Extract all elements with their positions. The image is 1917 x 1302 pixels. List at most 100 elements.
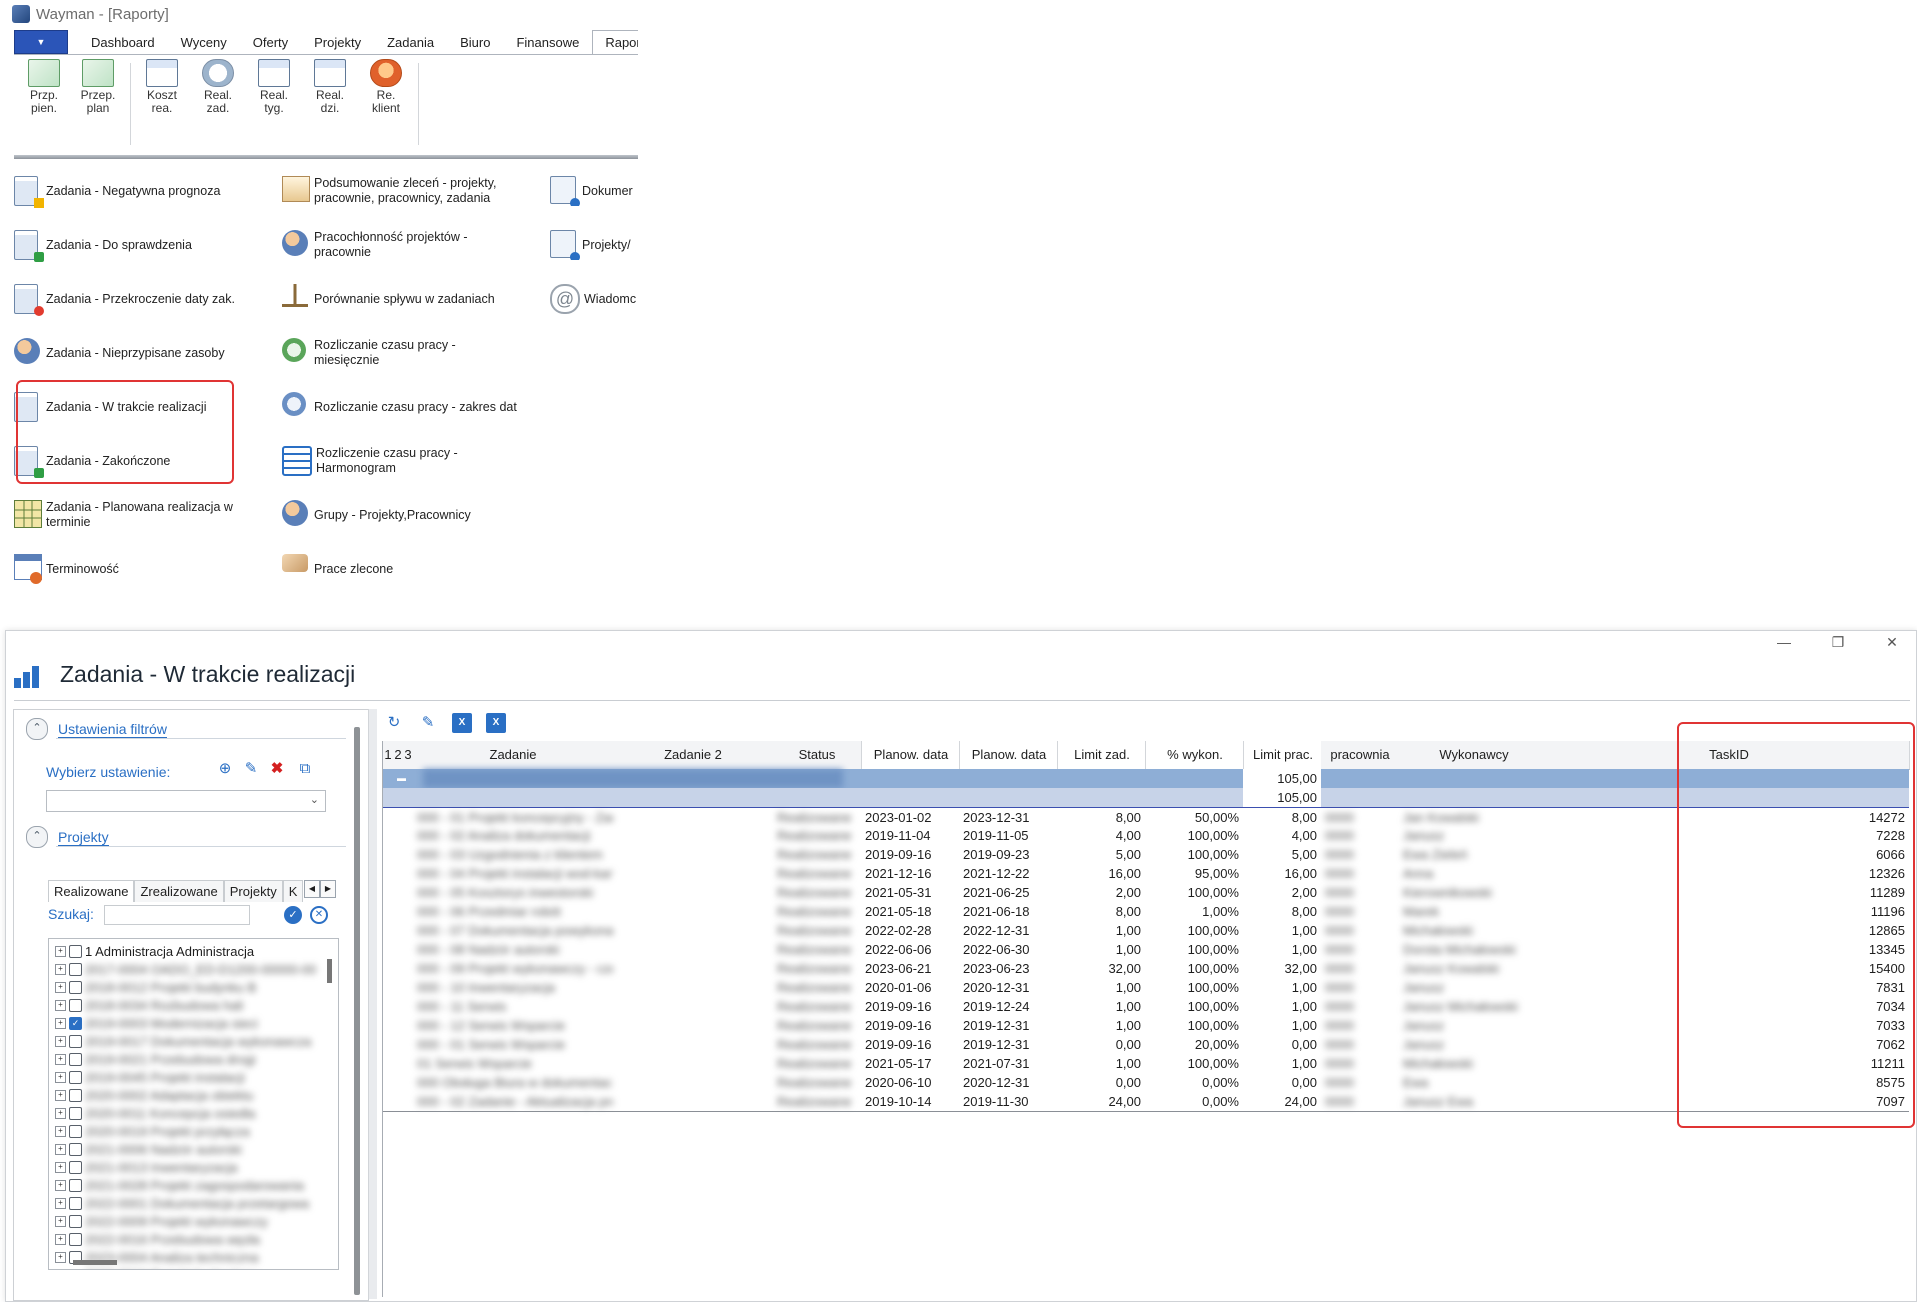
app-menu-button[interactable]: ▼ (14, 30, 68, 54)
tab-dashboard[interactable]: Dashboard (78, 30, 168, 54)
col-header-pct-wykon[interactable]: % wykon. (1145, 741, 1245, 770)
tree-item[interactable]: +2019-0021 Przebudowa drogi (55, 1051, 256, 1067)
tree-checkbox[interactable] (69, 998, 82, 1012)
tab-raporty[interactable]: Raporty (592, 30, 638, 54)
section-filter-settings[interactable]: ⌃ Ustawienia filtrów (26, 718, 167, 740)
expand-icon[interactable]: + (55, 1125, 66, 1137)
edit-icon[interactable]: ✎ (242, 760, 260, 778)
expand-icon[interactable]: + (55, 1053, 66, 1065)
tree-checkbox[interactable] (69, 1124, 82, 1138)
minimize-button[interactable]: — (1766, 634, 1802, 651)
tree-checkbox[interactable] (69, 980, 82, 994)
tab-finansowe[interactable]: Finansowe (503, 30, 592, 54)
confirm-icon[interactable]: ✓ (284, 906, 302, 924)
add-icon[interactable]: ⊕ (216, 760, 234, 778)
tree-checkbox[interactable] (69, 1268, 82, 1269)
col-header-status[interactable]: Status (773, 741, 862, 770)
col-header-zadanie[interactable]: Zadanie (413, 741, 614, 770)
report-planowana-realizacja[interactable]: Zadania - Planowana realizacja w termini… (14, 500, 254, 530)
expand-icon[interactable]: + (55, 945, 66, 957)
expand-icon[interactable]: + (55, 1071, 66, 1083)
report-porownanie-splywu[interactable]: Porównanie spływu w zadaniach (282, 284, 532, 314)
tree-item[interactable]: + ✓ 2019-0003 Modernizacja sieci (55, 1015, 258, 1031)
tree-item[interactable]: +2018-0012 Projekt budynku B (55, 979, 256, 995)
subtab-k[interactable]: K (282, 880, 304, 902)
tab-biuro[interactable]: Biuro (447, 30, 503, 54)
report-rozliczenie-harmonogram[interactable]: Rozliczenie czasu pracy - Harmonogram (282, 446, 532, 476)
col-header-planow-data-end[interactable]: Planow. data (959, 741, 1059, 770)
tab-zadania[interactable]: Zadania (374, 30, 447, 54)
tree-checkbox[interactable] (69, 1052, 82, 1066)
tree-item[interactable]: +2022-0009 Projekt wykonawczy (55, 1213, 268, 1229)
report-grupy[interactable]: Grupy - Projekty,Pracownicy (282, 500, 532, 530)
excel-export-icon[interactable]: X (452, 713, 472, 733)
section-projects[interactable]: ⌃ Projekty (26, 826, 109, 848)
report-terminowosc[interactable]: Terminowość (14, 554, 254, 584)
copy-icon[interactable]: ⧉ (296, 760, 314, 778)
settings-dropdown[interactable]: ⌄ (46, 790, 326, 812)
expand-icon[interactable]: + (55, 1197, 66, 1209)
tree-item[interactable]: +2022-0001 Dokumentacja przetargowa (55, 1195, 309, 1211)
refresh-icon[interactable]: ↻ (384, 713, 404, 733)
ribbon-button-real-zad[interactable]: Real. zad. (192, 59, 244, 115)
tree-item[interactable]: +2019-0045 Projekt instalacji (55, 1069, 245, 1085)
expand-icon[interactable]: + (55, 1107, 66, 1119)
tree-checkbox[interactable] (69, 1088, 82, 1102)
tree-item[interactable]: +2021-0013 Inwentaryzacja (55, 1159, 238, 1175)
tree-item[interactable]: +2023-0010 Projekt budowlany (55, 1267, 257, 1269)
tree-item[interactable]: +2017-0004 OADO_ED-D1200-00000-00 (55, 961, 316, 977)
tree-checkbox[interactable] (69, 1070, 82, 1084)
tab-wyceny[interactable]: Wyceny (168, 30, 240, 54)
report-do-sprawdzenia[interactable]: Zadania - Do sprawdzenia (14, 230, 254, 260)
expand-icon[interactable]: + (55, 981, 66, 993)
report-dokumenty[interactable]: Dokumer (550, 176, 638, 206)
expand-icon[interactable]: + (55, 1143, 66, 1155)
clear-icon[interactable]: ✕ (310, 906, 328, 924)
tree-item[interactable]: +2020-0011 Koncepcja osiedla (55, 1105, 255, 1121)
subtab-zrealizowane[interactable]: Zrealizowane (134, 880, 224, 902)
col-header-limit-prac[interactable]: Limit prac. (1243, 741, 1323, 770)
tree-item[interactable]: +2018-0034 Rozbudowa hali (55, 997, 243, 1013)
arrow-right-icon[interactable]: ▶ (320, 880, 336, 898)
expand-icon[interactable]: + (55, 999, 66, 1011)
restore-button[interactable]: ❐ (1820, 634, 1856, 651)
tab-oferty[interactable]: Oferty (240, 30, 301, 54)
report-przekroczenie-daty[interactable]: Zadania - Przekroczenie daty zak. (14, 284, 254, 314)
tree-item[interactable]: +2019-0017 Dokumentacja wykonawcza (55, 1033, 311, 1049)
report-rozliczanie-zakres-dat[interactable]: Rozliczanie czasu pracy - zakres dat (282, 392, 542, 422)
report-rozliczanie-miesiecznie[interactable]: Rozliczanie czasu pracy - miesięcznie (282, 338, 532, 368)
expand-icon[interactable]: + (55, 1017, 66, 1029)
report-wiadomosci[interactable]: @ Wiadomc (550, 284, 638, 314)
panel-scrollbar[interactable] (354, 727, 360, 1295)
tree-checkbox[interactable] (69, 1232, 82, 1246)
col-header-limit-zad[interactable]: Limit zad. (1057, 741, 1147, 770)
report-negatywna-prognoza[interactable]: Zadania - Negatywna prognoza (14, 176, 254, 206)
panel-splitter[interactable] (368, 709, 377, 1299)
expand-icon[interactable]: + (55, 963, 66, 975)
col-header-wykonawcy[interactable]: Wykonawcy (1399, 741, 1550, 770)
tree-item[interactable]: +2020-0019 Projekt przyłącza (55, 1123, 250, 1139)
tree-item[interactable]: +1 Administracja Administracja (55, 943, 254, 959)
ribbon-button-przp-pien[interactable]: Przp. pien. (18, 59, 70, 115)
subtab-projekty[interactable]: Projekty (223, 880, 283, 902)
col-header-planow-data-start[interactable]: Planow. data (861, 741, 961, 770)
ribbon-button-real-tyg[interactable]: Real. tyg. (248, 59, 300, 115)
close-button[interactable]: ✕ (1874, 634, 1910, 651)
delete-icon[interactable]: ✖ (268, 760, 286, 778)
collapse-group-icon[interactable]: ▬ (397, 769, 407, 788)
expand-icon[interactable]: + (55, 1161, 66, 1173)
tree-checkbox[interactable] (69, 944, 82, 958)
report-podsumowanie-zlecen[interactable]: Podsumowanie zleceń - projekty, pracowni… (282, 176, 532, 206)
excel-export-icon[interactable]: X (486, 713, 506, 733)
tree-item[interactable]: +2022-0016 Przebudowa węzła (55, 1231, 260, 1247)
tree-item[interactable]: +2021-0028 Projekt zagospodarowania (55, 1177, 304, 1193)
ribbon-button-przep-plan[interactable]: Przep. plan (72, 59, 124, 115)
report-prace-zlecone[interactable]: Prace zlecone (282, 554, 532, 584)
tree-checkbox[interactable] (69, 1214, 82, 1228)
collapse-icon[interactable]: ⌃ (26, 826, 48, 848)
expand-icon[interactable]: + (55, 1179, 66, 1191)
tree-scrollbar[interactable] (327, 959, 332, 983)
tree-checkbox[interactable] (69, 1196, 82, 1210)
col-header-pracownia[interactable]: pracownia (1321, 741, 1400, 770)
tab-projekty[interactable]: Projekty (301, 30, 374, 54)
